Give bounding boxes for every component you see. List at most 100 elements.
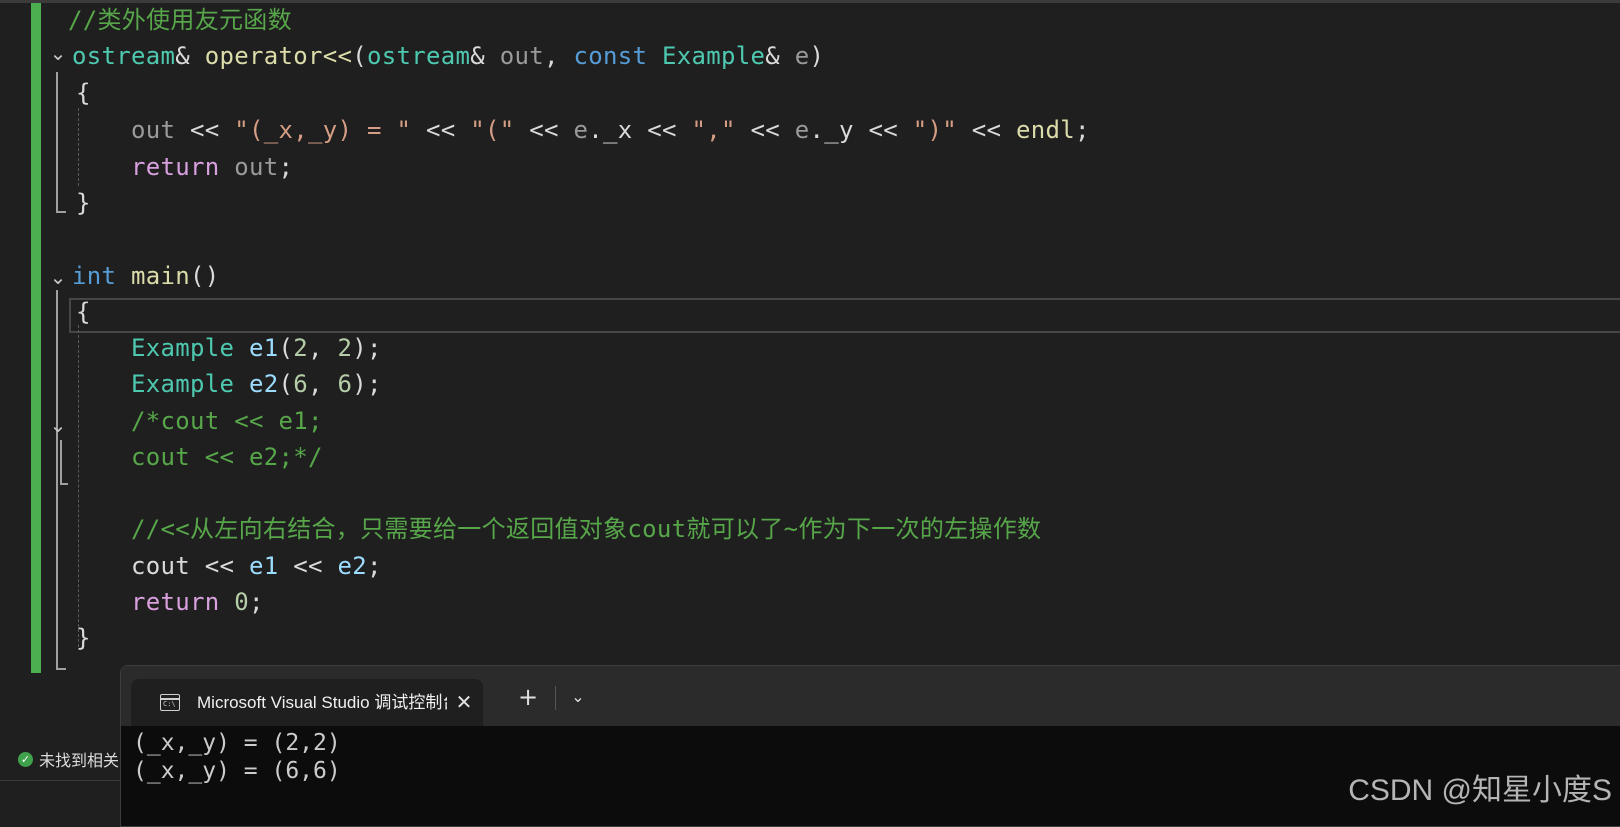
code-token: 2 xyxy=(337,334,353,362)
scope-guide xyxy=(56,290,58,670)
code-token: 6 xyxy=(293,370,308,398)
console-output-line: (_x,_y) = (6,6) xyxy=(133,758,341,784)
current-line-highlight xyxy=(69,298,1620,333)
code-token: << xyxy=(735,116,795,144)
change-tracking-bar xyxy=(31,3,41,673)
code-token: & xyxy=(470,42,500,70)
tab-title: Microsoft Visual Studio 调试控制台 xyxy=(197,693,447,712)
code-token: << xyxy=(175,116,235,144)
code-line[interactable]: return 0; xyxy=(72,584,264,621)
code-token: e1 xyxy=(249,552,279,580)
code-line[interactable]: cout << e2;*/ xyxy=(72,439,323,476)
status-text: 未找到相关问题 xyxy=(39,753,130,770)
error-status[interactable]: ✓ 未找到相关问题 xyxy=(0,745,130,773)
code-token: int xyxy=(72,262,131,290)
code-line[interactable]: Example e1(2, 2); xyxy=(72,330,382,367)
code-line[interactable]: { xyxy=(76,294,91,331)
fold-chevron-icon[interactable]: ⌄ xyxy=(47,414,69,436)
console-output-line: (_x,_y) = (2,2) xyxy=(133,730,341,756)
code-line[interactable]: } xyxy=(76,620,91,657)
code-token: } xyxy=(76,189,91,217)
comment-scope-guide-end xyxy=(60,483,68,485)
code-line[interactable]: { xyxy=(76,75,91,112)
code-token: { xyxy=(76,298,91,326)
code-token: return xyxy=(131,153,235,181)
code-line[interactable]: //类外使用友元函数 xyxy=(68,2,292,39)
code-token: operator<< xyxy=(204,42,353,70)
code-token: _x xyxy=(603,116,633,144)
code-token: out xyxy=(499,42,544,70)
code-token: 2 xyxy=(293,334,308,362)
code-token: << xyxy=(278,552,338,580)
code-token: ( xyxy=(278,334,294,362)
close-icon[interactable]: ✕ xyxy=(451,689,477,715)
scope-guide-end xyxy=(56,668,66,670)
code-token: & xyxy=(765,42,795,70)
code-token: ; xyxy=(249,588,264,616)
code-line[interactable]: //<<从左向右结合，只需要给一个返回值对象cout就可以了~作为下一次的左操作… xyxy=(72,511,1041,548)
code-token: ; xyxy=(1075,116,1090,144)
code-token: e2 xyxy=(337,552,367,580)
code-token: endl xyxy=(1016,116,1075,144)
code-token: "(" xyxy=(470,116,515,144)
code-line[interactable]: return out; xyxy=(72,149,293,186)
status-divider xyxy=(0,780,130,781)
code-token: "(_x,_y) = " xyxy=(234,116,412,144)
terminal-tab-bar: C:\ Microsoft Visual Studio 调试控制台 ✕ + ⌄ xyxy=(121,666,1620,726)
code-token: << xyxy=(411,116,471,144)
watermark: CSDN @知星小度S xyxy=(1348,774,1612,807)
code-token: ); xyxy=(352,334,382,362)
code-token: e2 xyxy=(249,370,279,398)
code-token: cout << e2;*/ xyxy=(131,443,323,471)
code-token: return xyxy=(131,588,235,616)
check-circle-icon: ✓ xyxy=(18,751,33,767)
fold-chevron-icon[interactable]: ⌄ xyxy=(47,266,69,288)
code-token: , xyxy=(308,370,338,398)
scope-guide xyxy=(56,72,58,212)
code-token: , xyxy=(308,334,338,362)
code-line[interactable]: out << "(_x,_y) = " << "(" << e._x << ",… xyxy=(72,112,1090,149)
code-token: ")" xyxy=(912,116,957,144)
code-token: //<<从左向右结合，只需要给一个返回值对象cout就可以了~作为下一次的左操作… xyxy=(131,515,1042,543)
code-token: << xyxy=(190,552,249,580)
code-line[interactable]: ostream& operator<<(ostream& out, const … xyxy=(72,38,824,75)
code-token: out xyxy=(234,153,279,181)
scope-guide-end xyxy=(56,211,66,213)
code-line[interactable]: } xyxy=(76,185,91,222)
code-token: main xyxy=(131,262,190,290)
code-token: _y xyxy=(824,116,854,144)
tab-separator xyxy=(555,686,556,710)
code-token: ostream xyxy=(72,42,176,70)
code-token: //类外使用友元函数 xyxy=(68,6,292,34)
code-token: . xyxy=(809,116,825,144)
code-token: e xyxy=(573,116,589,144)
code-token: . xyxy=(588,116,603,144)
code-line[interactable]: cout << e1 << e2; xyxy=(72,548,382,585)
code-token: ( xyxy=(278,370,294,398)
comment-scope-guide xyxy=(60,440,62,485)
code-token: << xyxy=(853,116,913,144)
terminal-tab[interactable]: C:\ Microsoft Visual Studio 调试控制台 ✕ xyxy=(131,679,483,726)
code-line[interactable]: int main() xyxy=(72,258,220,295)
new-tab-plus-icon[interactable]: + xyxy=(513,682,543,712)
code-token: "," xyxy=(691,116,736,144)
code-line[interactable]: Example e2(6, 6); xyxy=(72,366,382,403)
code-token: ; xyxy=(367,552,382,580)
code-token: ostream xyxy=(367,42,471,70)
code-token: const xyxy=(573,42,662,70)
chevron-down-icon[interactable]: ⌄ xyxy=(563,682,593,712)
fold-chevron-icon[interactable]: ⌄ xyxy=(47,42,69,64)
console-icon: C:\ xyxy=(160,694,180,711)
code-token: & xyxy=(175,42,205,70)
code-token: , xyxy=(544,42,574,70)
code-token: ; xyxy=(278,153,294,181)
code-line[interactable]: /*cout << e1; xyxy=(72,403,323,440)
code-token: } xyxy=(76,624,91,652)
